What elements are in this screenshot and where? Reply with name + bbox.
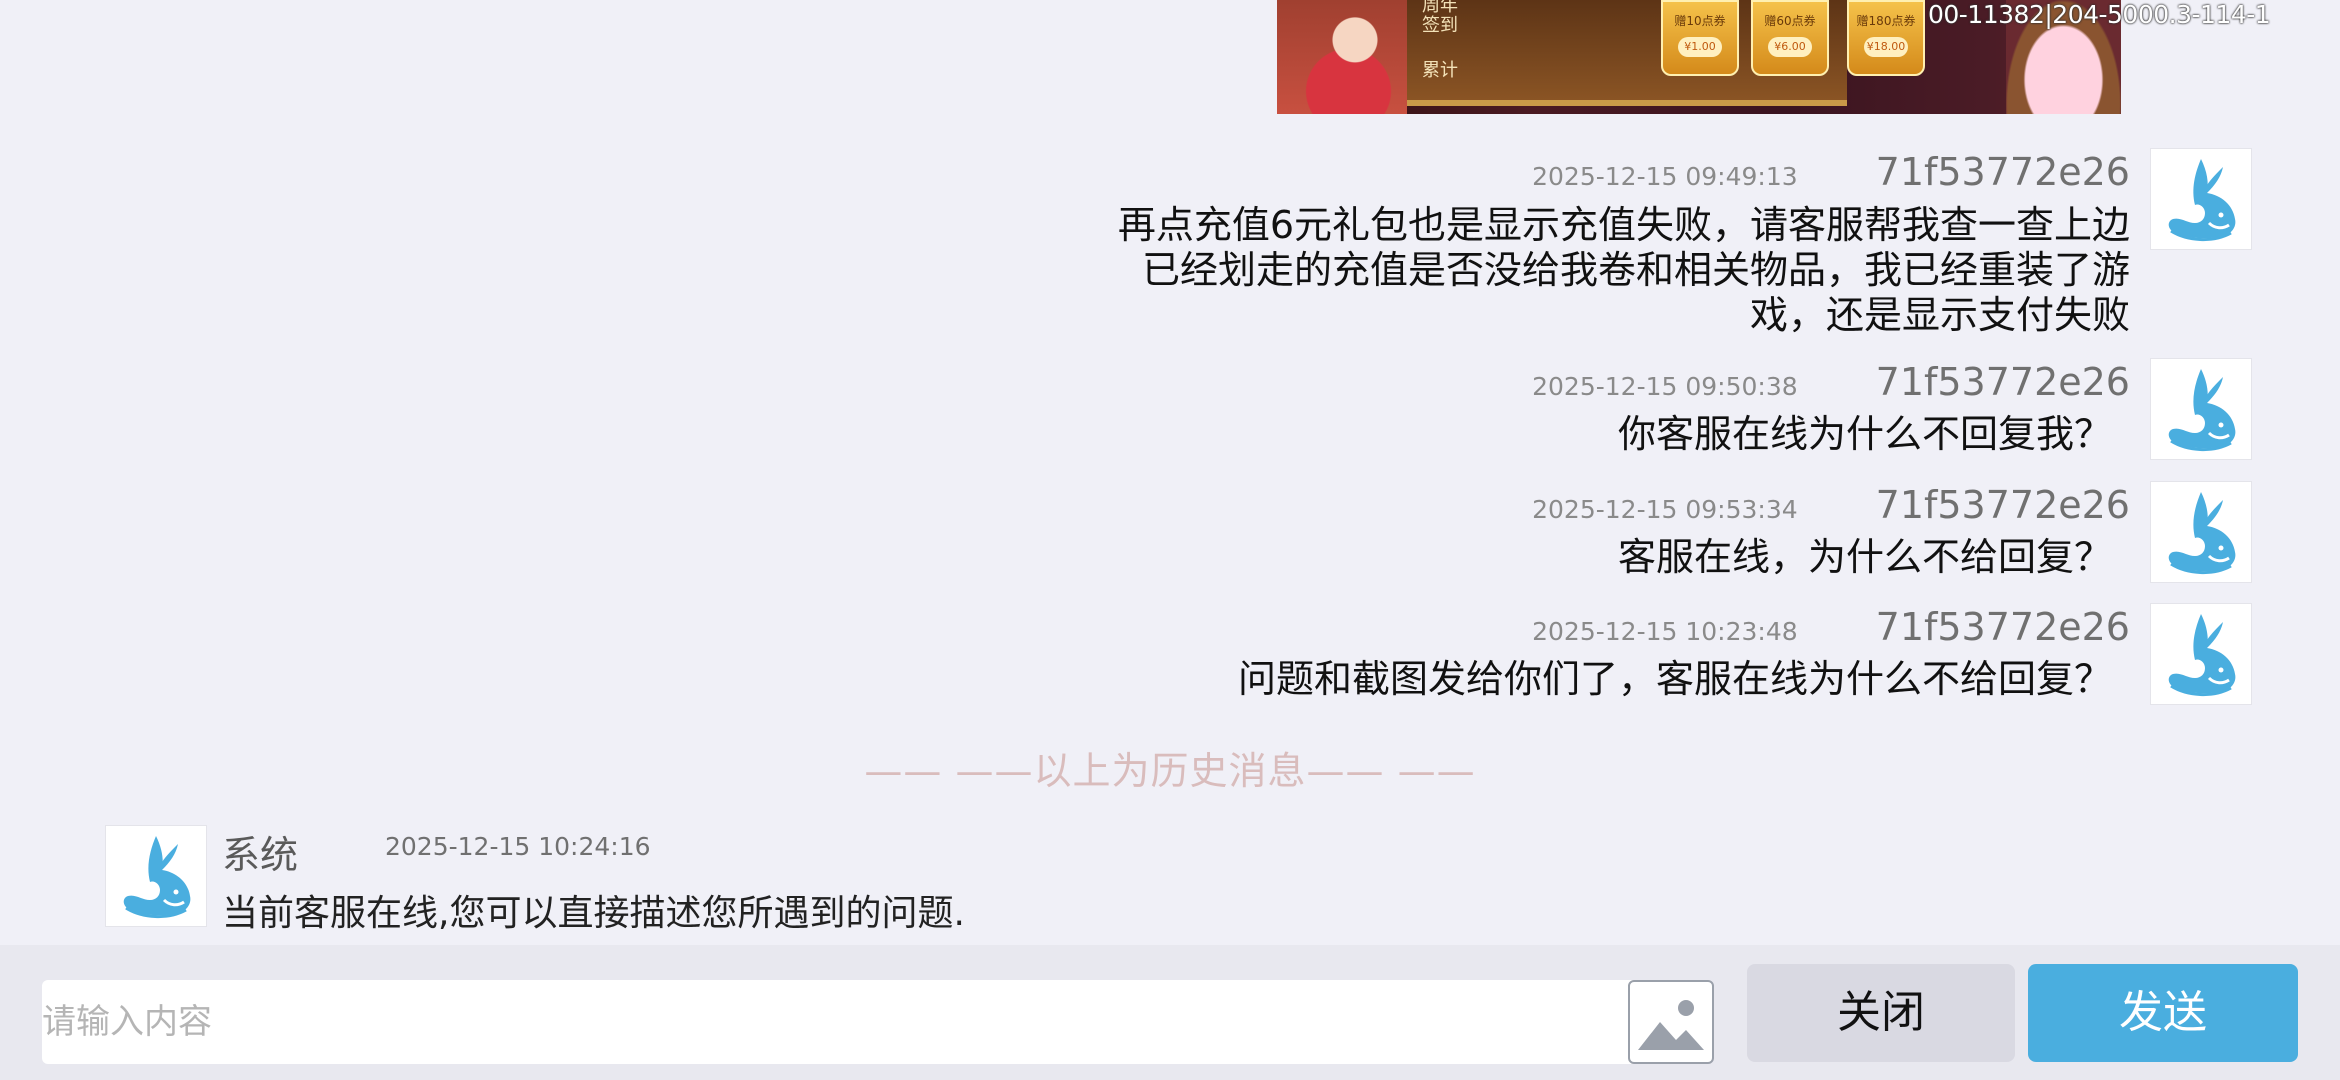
message-timestamp: 2025-12-15 09:53:34 [1532,495,1798,524]
coupon-label: 赠60点券 [1764,14,1816,28]
banner-signin-label: 周年 签到 [1422,0,1458,36]
message-timestamp: 2025-12-15 09:49:13 [1532,162,1798,191]
message-username: 71f53772e26 [1875,483,2130,527]
whale-icon [123,836,191,919]
message-text: 再点充值6元礼包也是显示充值失败，请客服帮我查一查上边 已经划走的充值是否没给我… [1117,203,2130,337]
message-text: 客服在线，为什么不给回复？ [1617,535,2112,579]
message-username: 71f53772e26 [1875,605,2130,649]
image-icon [1636,990,1706,1054]
message-username: 71f53772e26 [1875,150,2130,194]
banner-coupon-3: 赠180点券 ¥18.00 [1847,0,1925,76]
message-timestamp: 2025-12-15 10:23:48 [1532,617,1798,646]
banner-character-art [1277,0,1407,114]
message-meta: 2025-12-15 09:49:13 71f53772e26 [1532,150,2130,194]
banner-coupon-2: 赠60点券 ¥6.00 [1751,0,1829,76]
user-avatar[interactable] [2150,148,2252,250]
whale-icon [2168,614,2236,697]
image-upload-button[interactable] [1628,980,1714,1064]
whale-icon [2168,159,2236,242]
message-text: 你客服在线为什么不回复我？ [1617,412,2112,456]
message-timestamp: 2025-12-15 09:50:38 [1532,372,1798,401]
message-meta: 2025-12-15 09:50:38 71f53772e26 [1532,360,2130,404]
message-input[interactable] [42,980,1712,1064]
system-message-text: 当前客服在线,您可以直接描述您所遇到的问题. [222,893,965,934]
message-username: 71f53772e26 [1875,360,2130,404]
message-meta: 2025-12-15 10:23:48 71f53772e26 [1532,605,2130,649]
close-button[interactable]: 关闭 [1747,964,2015,1062]
user-avatar[interactable] [2150,481,2252,583]
system-avatar[interactable] [105,825,207,927]
banner-coupon-1: 赠10点券 ¥1.00 [1661,0,1739,76]
coupon-label: 赠180点券 [1856,14,1916,28]
coupon-label: 赠10点券 [1674,14,1726,28]
coupon-price: ¥1.00 [1678,37,1722,57]
message-text: 问题和截图发给你们了，客服在线为什么不给回复？ [1237,657,2112,701]
coupon-price: ¥18.00 [1864,37,1908,57]
user-avatar[interactable] [2150,358,2252,460]
history-divider: —— ——以上为历史消息—— —— [864,749,1476,793]
coupon-price: ¥6.00 [1768,37,1812,57]
system-sender-name: 系统 [222,833,299,877]
system-timestamp: 2025-12-15 10:24:16 [385,832,651,861]
message-meta: 2025-12-15 09:53:34 71f53772e26 [1532,483,2130,527]
user-avatar[interactable] [2150,603,2252,705]
whale-icon [2168,369,2236,452]
banner-cumulative-label: 累计 [1422,60,1458,81]
whale-icon [2168,492,2236,575]
banner-overlay-code: 00-11382|204-5000.3-114-1 [1928,0,2271,29]
send-button[interactable]: 发送 [2028,964,2298,1062]
